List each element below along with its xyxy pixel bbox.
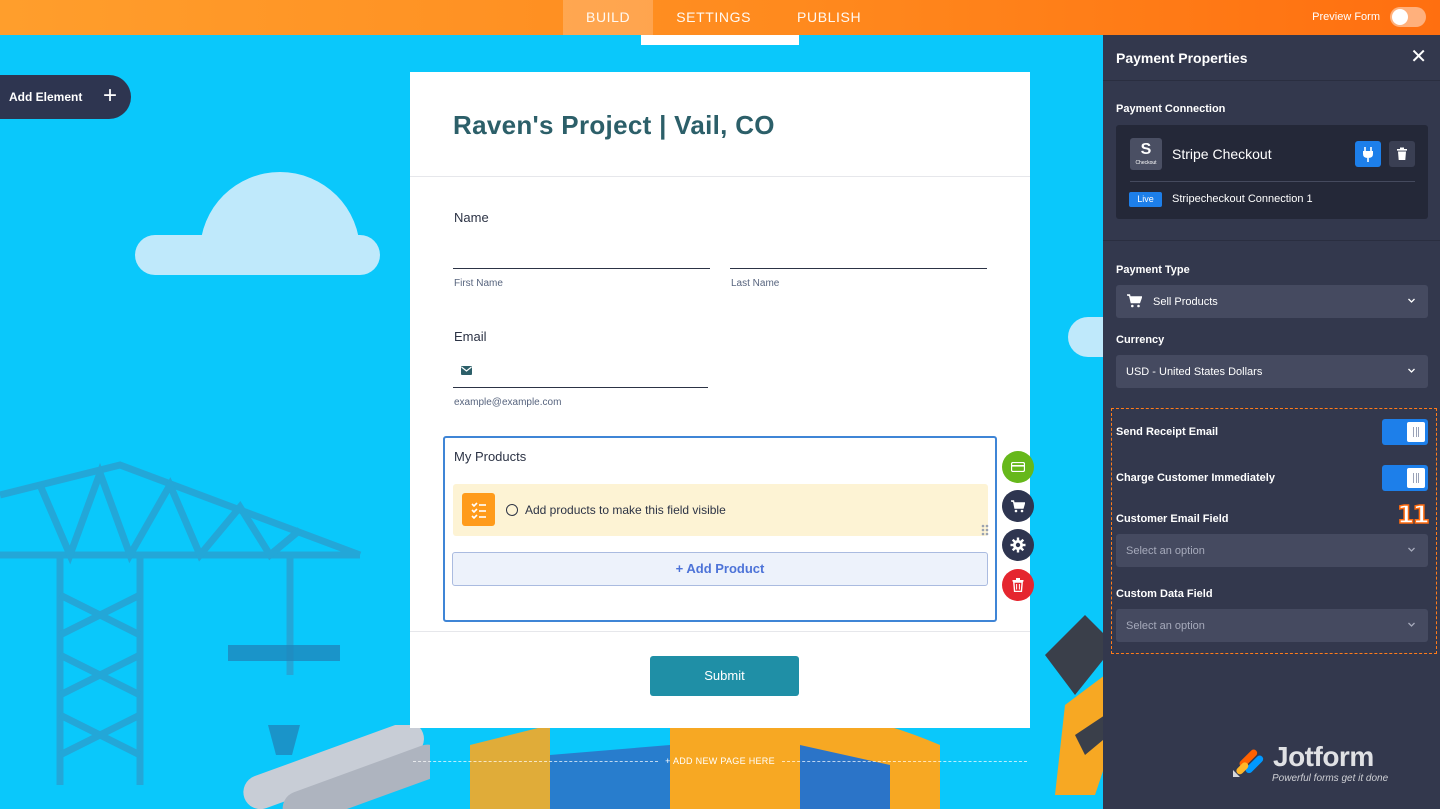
product-list-title[interactable]: My Products (454, 449, 526, 464)
preview-form-toggle[interactable] (1390, 7, 1426, 27)
payment-type-value: Sell Products (1153, 296, 1218, 308)
cloud-decoration (200, 172, 360, 272)
drag-handle-icon[interactable] (981, 524, 989, 536)
chevron-down-icon (1408, 622, 1415, 627)
chevron-down-icon (1408, 298, 1415, 303)
name-field-label[interactable]: Name (454, 210, 489, 225)
jotform-logo-icon (1233, 749, 1264, 777)
email-sublabel: example@example.com (454, 397, 562, 408)
payment-type-label: Payment Type (1116, 264, 1190, 276)
add-new-page[interactable]: + ADD NEW PAGE HERE (413, 756, 1027, 768)
brand-name: Jotform (1273, 741, 1374, 772)
charge-immediately-toggle[interactable] (1382, 465, 1428, 491)
envelope-icon (461, 366, 472, 375)
payment-settings-button[interactable] (1002, 451, 1034, 483)
jotform-brand: Jotform Powerful forms get it done (1233, 741, 1433, 791)
currency-label: Currency (1116, 334, 1165, 346)
pipes-illustration (243, 725, 430, 809)
wrench-illustration (1045, 615, 1103, 795)
stripe-logo: S Checkout (1130, 138, 1162, 170)
top-bar: BUILD SETTINGS PUBLISH Preview Form (0, 0, 1440, 35)
customer-email-label: Customer Email Field (1116, 513, 1229, 525)
page-tab-marker (641, 35, 799, 45)
custom-data-label: Custom Data Field (1116, 588, 1213, 600)
properties-panel: Payment Properties ✕ Payment Connection … (1103, 35, 1440, 809)
tab-publish[interactable]: PUBLISH (774, 0, 884, 35)
connection-name: Stripe Checkout (1172, 146, 1272, 162)
payment-connection-label: Payment Connection (1116, 103, 1226, 115)
cart-icon (1127, 294, 1142, 308)
products-button[interactable] (1002, 490, 1034, 522)
customer-email-placeholder: Select an option (1126, 545, 1205, 557)
add-element-label: Add Element (9, 90, 83, 104)
tab-build[interactable]: BUILD (563, 0, 654, 35)
panel-title: Payment Properties (1116, 50, 1248, 66)
list-icon (462, 493, 495, 526)
currency-select[interactable]: USD - United States Dollars (1116, 355, 1428, 388)
customer-email-select[interactable]: Select an option (1116, 534, 1428, 567)
charge-immediately-label: Charge Customer Immediately (1116, 472, 1275, 484)
field-settings-button[interactable] (1002, 529, 1034, 561)
submit-button[interactable]: Submit (650, 656, 799, 696)
currency-value: USD - United States Dollars (1126, 366, 1263, 378)
tab-settings[interactable]: SETTINGS (653, 0, 774, 35)
live-badge: Live (1129, 192, 1162, 207)
panel-header: Payment Properties ✕ (1103, 35, 1440, 81)
trash-icon (1012, 578, 1024, 592)
connection-subtitle: Stripecheckout Connection 1 (1172, 193, 1313, 205)
cart-icon (1011, 499, 1025, 512)
divider (1130, 181, 1415, 182)
custom-data-placeholder: Select an option (1126, 620, 1205, 632)
product-empty-text: Add products to make this field visible (525, 503, 726, 517)
custom-data-select[interactable]: Select an option (1116, 609, 1428, 642)
step-number-badge: 11 (1396, 499, 1430, 530)
add-product-button[interactable]: + Add Product (452, 552, 988, 586)
email-field-label[interactable]: Email (454, 329, 487, 344)
last-name-input[interactable] (730, 268, 987, 269)
product-list-field[interactable]: My Products Add products to make this fi… (443, 436, 997, 622)
delete-field-button[interactable] (1002, 569, 1034, 601)
chevron-down-icon (1408, 547, 1415, 552)
divider (410, 176, 1030, 177)
divider (410, 631, 1030, 632)
plus-icon: + (102, 82, 117, 109)
first-name-input[interactable] (453, 268, 710, 269)
gear-icon (1010, 537, 1026, 553)
cloud-decoration (1068, 317, 1103, 357)
product-empty-notice: Add products to make this field visible (453, 484, 988, 536)
send-receipt-label: Send Receipt Email (1116, 426, 1219, 438)
builder-tabs: BUILD SETTINGS PUBLISH (563, 0, 884, 35)
last-name-sublabel: Last Name (731, 278, 780, 289)
plug-icon[interactable] (1355, 141, 1381, 167)
credit-card-icon (1011, 462, 1025, 472)
payment-type-select[interactable]: Sell Products (1116, 285, 1428, 318)
payment-connection-card: S Checkout Stripe Checkout Live Stripech… (1116, 125, 1428, 219)
add-element-button[interactable]: Add Element + (0, 75, 131, 119)
email-input[interactable] (453, 387, 708, 388)
preview-form-control: Preview Form (1312, 7, 1426, 27)
trash-icon[interactable] (1389, 141, 1415, 167)
preview-form-label: Preview Form (1312, 11, 1380, 23)
form-title[interactable]: Raven's Project | Vail, CO (453, 110, 775, 141)
close-icon[interactable]: ✕ (1410, 47, 1427, 67)
divider (1103, 240, 1440, 241)
chevron-down-icon (1408, 368, 1415, 373)
send-receipt-toggle[interactable] (1382, 419, 1428, 445)
brand-tagline: Powerful forms get it done (1272, 773, 1389, 784)
first-name-sublabel: First Name (454, 278, 503, 289)
form-card: Raven's Project | Vail, CO Name First Na… (410, 72, 1030, 728)
radio-icon (506, 504, 518, 516)
